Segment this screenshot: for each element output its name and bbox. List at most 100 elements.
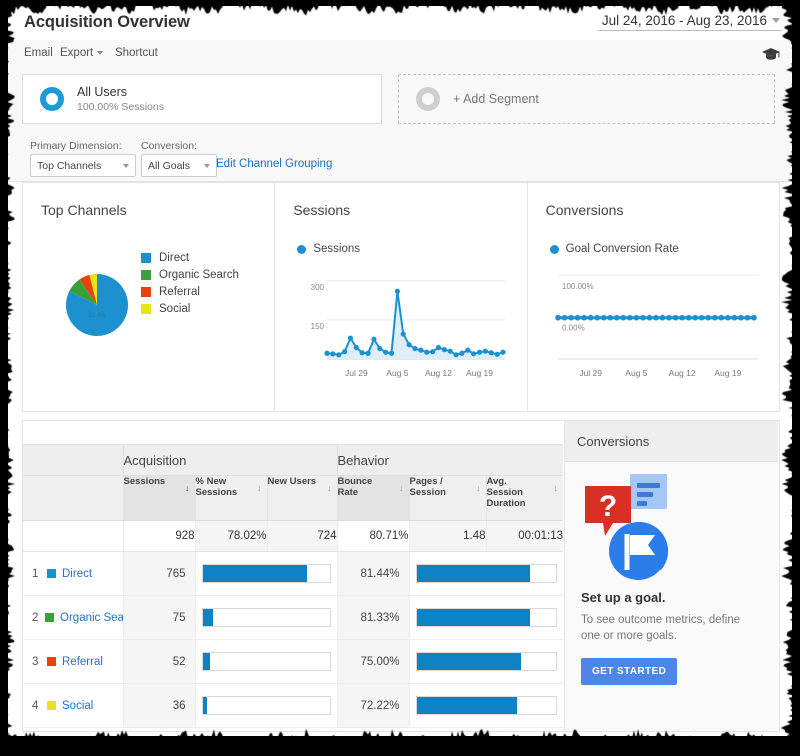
row-channel-cell: 4 Social	[23, 684, 123, 728]
row-bounce-bar-cell	[409, 596, 563, 640]
top-channels-panel: Top Channels 82.4% Direct Organic Search R…	[23, 183, 274, 411]
row-sessions-bar-cell	[195, 552, 337, 596]
svg-text:Aug 5: Aug 5	[625, 368, 647, 378]
donut-outline-icon	[416, 87, 440, 111]
group-behavior: Behavior	[337, 445, 563, 476]
sort-icon: ↓	[399, 483, 404, 494]
sessions-bar	[202, 564, 331, 583]
email-button[interactable]: Email	[24, 47, 53, 59]
header-avg-l3: Duration	[487, 498, 526, 509]
edit-channel-grouping-link[interactable]: Edit Channel Grouping	[216, 158, 332, 170]
header-bounce-rate[interactable]: Bounce Rate ↓	[337, 476, 409, 521]
bounce-bar	[416, 608, 558, 627]
shortcut-button[interactable]: Shortcut	[115, 47, 158, 59]
pie-legend-item[interactable]: Organic Search	[141, 267, 239, 283]
row-channel-cell: 2 Organic Search	[23, 596, 123, 640]
header-pages-l1: Pages /	[410, 476, 443, 487]
add-segment-button[interactable]: + Add Segment	[398, 74, 775, 124]
row-index: 3	[32, 656, 41, 668]
channel-swatch-icon	[47, 701, 56, 710]
channel-link[interactable]: Referral	[62, 656, 103, 668]
row-bounce-rate: 75.00%	[337, 640, 409, 684]
channel-link[interactable]: Social	[62, 700, 93, 712]
row-sessions-bar-cell	[195, 640, 337, 684]
conversions-aside-body: ? Set up a goal. To see outcome metrics,…	[565, 462, 778, 695]
export-button[interactable]: Export	[60, 47, 103, 59]
svg-text:Aug 12: Aug 12	[425, 368, 452, 378]
table-row: 1 Direct 765 81.44%	[23, 552, 563, 596]
segment-all-users-text: All Users 100.00% Sessions	[77, 85, 164, 114]
table-row: 2 Organic Search 75 81.33%	[23, 596, 563, 640]
sessions-legend-label: Sessions	[313, 243, 360, 255]
channel-label: 4 Social	[32, 700, 123, 712]
legend-dot-icon	[550, 245, 559, 254]
svg-text:Aug 19: Aug 19	[714, 368, 741, 378]
conversions-legend-label: Goal Conversion Rate	[566, 243, 679, 255]
sessions-bar	[202, 608, 331, 627]
goal-heading: Set up a goal.	[581, 590, 762, 605]
channel-link[interactable]: Organic Search	[60, 612, 122, 624]
pie-legend-item[interactable]: Social	[141, 301, 239, 317]
sessions-title: Sessions	[293, 202, 350, 218]
date-range-label: Jul 24, 2016 - Aug 23, 2016	[602, 13, 767, 28]
sort-icon: ↓	[554, 483, 559, 494]
header-pages-session[interactable]: Pages / Session ↓	[409, 476, 486, 521]
dimension-row: Primary Dimension: Conversion: Top Chann…	[8, 134, 792, 182]
pie-legend-item[interactable]: Direct	[141, 250, 239, 266]
svg-text:Jul 29: Jul 29	[579, 368, 602, 378]
channel-swatch-icon	[45, 613, 54, 622]
pie-legend-item[interactable]: Referral	[141, 284, 239, 300]
add-segment-label: + Add Segment	[453, 92, 539, 106]
page-header: Acquisition Overview Jul 24, 2016 - Aug …	[8, 6, 792, 41]
report-toolbar: Email Export Shortcut	[8, 40, 792, 69]
pie-legend: Direct Organic Search Referral Social	[141, 250, 239, 318]
graduation-cap-icon[interactable]	[762, 48, 780, 66]
top-channels-select[interactable]: Top Channels	[30, 154, 136, 177]
row-index: 4	[32, 700, 41, 712]
header-new-users[interactable]: New Users ↓	[267, 476, 337, 521]
conversions-legend: Goal Conversion Rate	[550, 243, 679, 255]
sessions-bar-fill	[203, 697, 208, 714]
date-range-selector[interactable]: Jul 24, 2016 - Aug 23, 2016	[598, 11, 782, 31]
header-sessions[interactable]: Sessions ↓	[123, 476, 195, 521]
bounce-bar	[416, 696, 558, 715]
bounce-bar-fill	[417, 565, 531, 582]
get-started-button[interactable]: GET STARTED	[581, 658, 677, 685]
totals-avg-duration: 00:01:13	[486, 521, 563, 552]
conversions-line-chart[interactable]: 100.00% 0.00% Jul 29 Aug 5 Aug 12 Aug 19	[550, 265, 762, 383]
header-avg-session-duration[interactable]: Avg. Session Duration ↓	[486, 476, 563, 521]
table-spacer	[23, 421, 563, 445]
sessions-bar	[202, 652, 331, 671]
sessions-bar-fill	[203, 609, 213, 626]
sessions-bar	[202, 696, 331, 715]
header-pct-new-l2: Sessions	[196, 487, 238, 498]
conversions-aside-title: Conversions	[565, 421, 778, 462]
svg-text:Aug 19: Aug 19	[466, 368, 493, 378]
pie-legend-label: Social	[159, 303, 190, 315]
svg-text:0.00%: 0.00%	[562, 324, 585, 333]
header-avg-l1: Avg.	[487, 476, 507, 487]
table-row: 3 Referral 52 75.00%	[23, 640, 563, 684]
chevron-down-icon	[204, 164, 210, 168]
svg-text:?: ?	[599, 490, 617, 523]
table-toprow	[23, 421, 563, 445]
channel-link[interactable]: Direct	[62, 568, 92, 580]
row-sessions: 52	[123, 640, 195, 684]
legend-swatch-icon	[141, 270, 151, 280]
export-label: Export	[60, 47, 93, 59]
row-bounce-rate: 81.33%	[337, 596, 409, 640]
header-pct-new-sessions[interactable]: % New Sessions ↓	[195, 476, 267, 521]
header-bounce-l2: Rate	[338, 487, 359, 498]
group-acquisition: Acquisition	[123, 445, 337, 476]
sessions-line-chart[interactable]: 150 300 Jul 29 Aug 5 Aug 12 Aug 19	[297, 265, 509, 383]
row-bounce-rate: 72.22%	[337, 684, 409, 728]
top-channels-pie-chart[interactable]: 82.4%	[63, 271, 131, 344]
legend-dot-icon	[297, 245, 306, 254]
totals-pct-new-sessions: 78.02%	[195, 521, 267, 552]
donut-icon	[40, 87, 64, 111]
conversions-title: Conversions	[546, 202, 624, 218]
segment-all-users[interactable]: All Users 100.00% Sessions	[22, 74, 382, 124]
bounce-bar	[416, 564, 558, 583]
row-sessions: 75	[123, 596, 195, 640]
all-goals-select[interactable]: All Goals	[141, 154, 217, 177]
